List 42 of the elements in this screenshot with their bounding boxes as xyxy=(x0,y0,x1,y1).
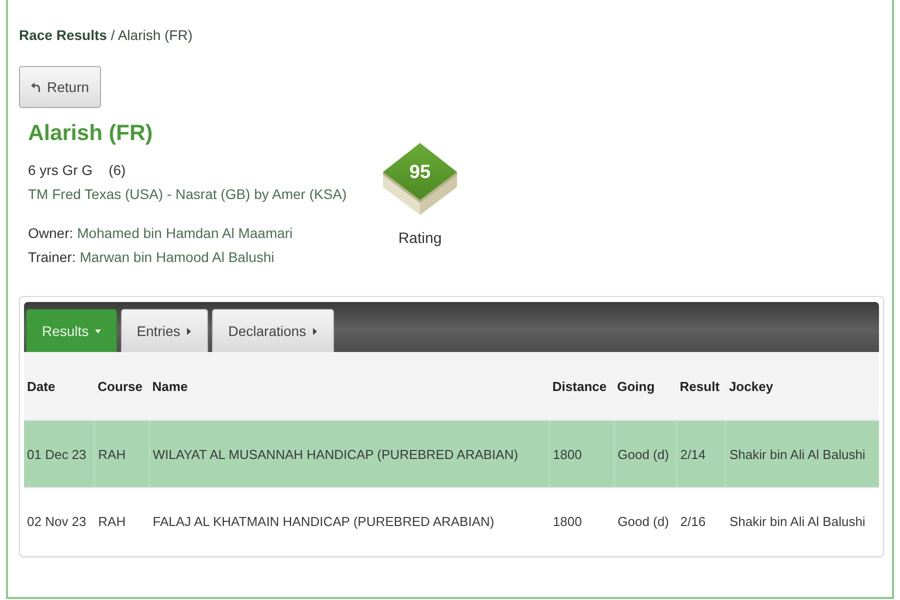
column-header: Jockey xyxy=(726,352,879,420)
table-cell: 1800 xyxy=(549,420,614,488)
table-cell: WILAYAT AL MUSANNAH HANDICAP (PUREBRED ARABIAN) xyxy=(149,420,550,488)
table-cell: 2/16 xyxy=(676,488,726,554)
table-cell: Good (d) xyxy=(614,420,677,488)
table-cell: RAH xyxy=(94,488,150,554)
column-header: Date xyxy=(24,352,95,420)
pedigree-text: TM Fred Texas (USA) - Nasrat (GB) by Amer (KSA) xyxy=(28,185,347,204)
table-cell: Shakir bin Ali Al Balushi xyxy=(726,488,879,554)
caret-icon xyxy=(94,328,101,334)
trainer-label: Trainer: xyxy=(28,248,76,267)
table-cell: Good (d) xyxy=(614,488,677,554)
tab[interactable]: Entries xyxy=(120,309,208,352)
horse-summary: 6 yrs Gr G xyxy=(28,161,93,180)
caret-icon xyxy=(312,328,318,334)
breadcrumb-current: / Alarish (FR) xyxy=(110,27,193,43)
column-header: Name xyxy=(149,352,550,420)
table-cell: 02 Nov 23 xyxy=(24,488,95,554)
tab[interactable]: Declarations xyxy=(212,309,334,352)
table-cell: RAH xyxy=(94,420,150,488)
table-cell: 01 Dec 23 xyxy=(24,420,95,488)
owner-link[interactable]: Mohamed bin Hamdan Al Maamari xyxy=(77,221,293,245)
column-header: Course xyxy=(94,352,150,420)
horse-name: Alarish (FR) xyxy=(28,119,154,147)
table-row[interactable]: 01 Dec 23 RAH WILAYAT AL MUSANNAH HANDICAP (PUREBRED ARABIAN) 1800 Good (d) 2/14 Shakir bin Ali Al Balushi xyxy=(24,420,879,488)
table-cell: Shakir bin Ali Al Balushi xyxy=(726,420,879,488)
rating-value: 95 xyxy=(408,162,432,184)
owner-label: Owner: xyxy=(28,224,74,243)
column-header: Distance xyxy=(549,352,614,420)
trainer-link[interactable]: Marwan bin Hamood Al Balushi xyxy=(80,245,274,269)
caret-icon xyxy=(186,328,192,334)
horse-summary-note: (6) xyxy=(108,161,126,180)
table-cell: FALAJ AL KHATMAIN HANDICAP (PUREBRED ARABIAN) xyxy=(149,488,550,554)
curved-arrow-icon xyxy=(31,82,40,92)
column-header: Going xyxy=(614,352,677,420)
return-button[interactable]: Return xyxy=(19,66,102,108)
table-cell: 2/14 xyxy=(676,420,726,488)
rating-label: Rating xyxy=(398,229,442,249)
column-header: Result xyxy=(676,352,726,420)
table-cell: 1800 xyxy=(549,488,614,554)
table-row[interactable]: 02 Nov 23 RAH FALAJ AL KHATMAIN HANDICAP (PUREBRED ARABIAN) 1800 Good (d) 2/16 Shakir bin Ali Al Balushi xyxy=(24,488,879,554)
breadcrumb-link[interactable]: Race Results xyxy=(19,27,107,43)
